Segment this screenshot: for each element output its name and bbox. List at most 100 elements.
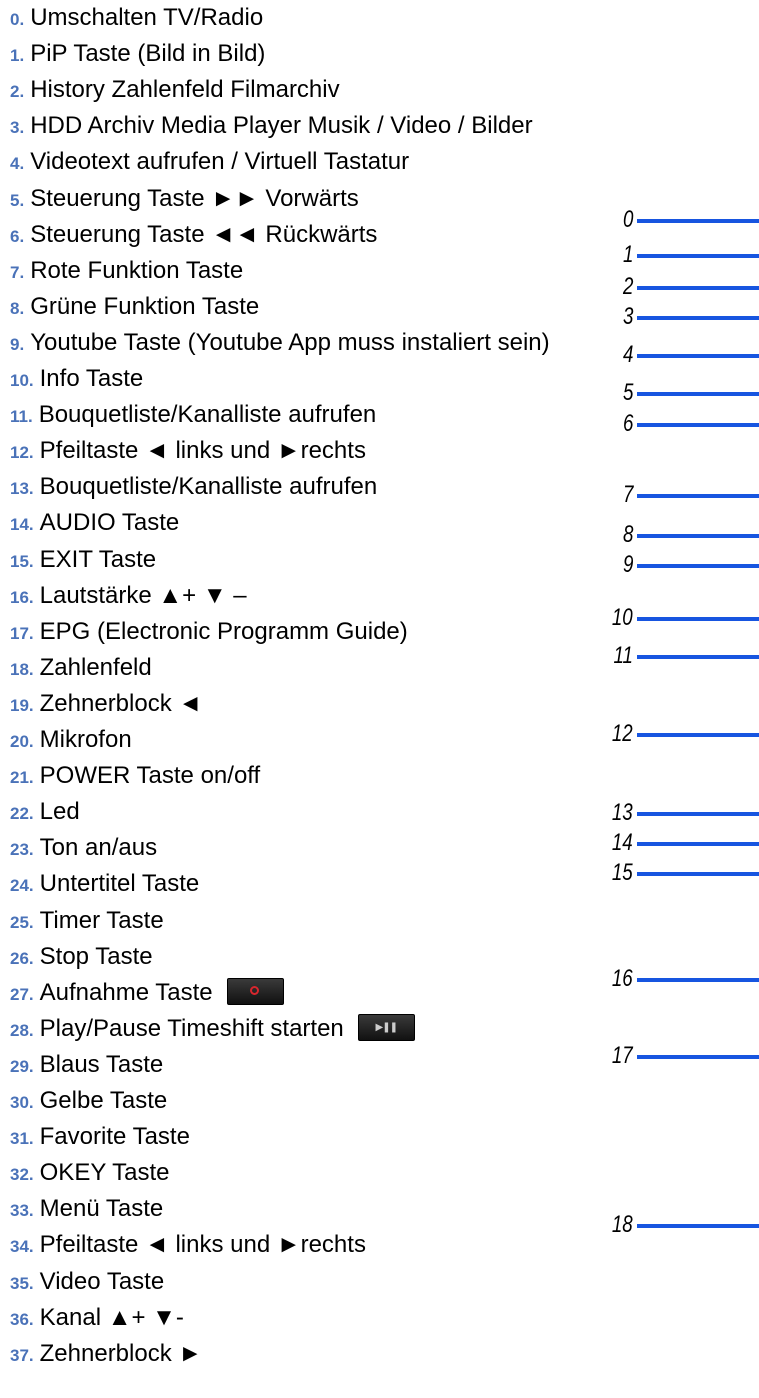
list-item: 14. AUDIO Taste — [10, 505, 179, 541]
list-item: 16. Lautstärke ▲+ ▼ – — [10, 578, 247, 614]
marker-line — [637, 423, 759, 427]
list-item: 6. Steuerung Taste ◄◄ Rückwärts — [10, 217, 377, 253]
item-number: 10. — [10, 371, 34, 390]
item-number: 35. — [10, 1273, 34, 1293]
item-number: 26. — [10, 948, 34, 968]
marker-16: 16 — [609, 967, 759, 991]
item-text: Info Taste — [39, 365, 144, 392]
marker-label: 6 — [622, 410, 633, 437]
marker-label: 7 — [622, 481, 633, 508]
item-number: 7. — [10, 262, 25, 282]
item-number: 29. — [10, 1056, 34, 1076]
item-number: 21. — [10, 768, 34, 788]
item-text: Gelbe Taste — [39, 1087, 168, 1114]
list-item: 34. Pfeiltaste ◄ links und ►rechts — [10, 1227, 366, 1263]
marker-4: 4 — [609, 343, 759, 367]
item-text: Aufnahme Taste — [39, 978, 213, 1006]
marker-label: 18 — [612, 1211, 633, 1238]
item-text: Youtube Taste (Youtube App muss instalie… — [30, 328, 550, 356]
marker-line — [637, 354, 759, 358]
marker-3: 3 — [609, 305, 759, 329]
marker-13: 13 — [609, 801, 759, 825]
list-item: 18. Zahlenfeld — [10, 650, 152, 686]
item-text: Ton an/aus — [39, 834, 158, 862]
marker-line — [637, 1224, 759, 1228]
item-text: Lautstärke ▲+ ▼ – — [39, 581, 247, 609]
item-text: PiP Taste (Bild in Bild) — [30, 40, 266, 68]
marker-label: 17 — [612, 1042, 633, 1069]
item-text: EPG (Electronic Programm Guide) — [39, 617, 408, 645]
marker-label: 0 — [622, 206, 633, 233]
marker-line — [637, 617, 759, 621]
list-item: 21. POWER Taste on/off — [10, 758, 260, 794]
marker-line — [637, 733, 759, 737]
marker-0: 0 — [609, 208, 759, 232]
marker-label: 2 — [622, 273, 633, 300]
list-item: 4. Videotext aufrufen / Virtuell Tastatur — [10, 144, 409, 180]
record-dot-icon — [250, 986, 260, 996]
item-number: 3. — [10, 118, 25, 138]
item-number: 30. — [10, 1093, 34, 1112]
item-number: 27. — [10, 984, 34, 1004]
list-item: 2. History Zahlenfeld Filmarchiv — [10, 72, 340, 108]
item-text: Kanal ▲+ ▼- — [39, 1303, 184, 1331]
item-number: 23. — [10, 840, 34, 860]
item-number: 34. — [10, 1237, 34, 1257]
item-text: Pfeiltaste ◄ links und ►rechts — [39, 437, 366, 465]
list-item: 29. Blaus Taste — [10, 1047, 163, 1083]
list-item: 36. Kanal ▲+ ▼- — [10, 1300, 184, 1336]
marker-label: 3 — [622, 303, 633, 330]
list-item: 3. HDD Archiv Media Player Musik / Video … — [10, 108, 533, 144]
marker-line — [637, 978, 759, 982]
list-item: 12. Pfeiltaste ◄ links und ►rechts — [10, 433, 366, 469]
marker-17: 17 — [609, 1044, 759, 1068]
item-text: Blaus Taste — [39, 1050, 164, 1078]
marker-line — [637, 316, 759, 320]
item-number: 32. — [10, 1165, 34, 1185]
item-text: Untertitel Taste — [39, 870, 200, 898]
item-text: Rote Funktion Taste — [30, 256, 244, 284]
list-item: 0. Umschalten TV/Radio — [10, 0, 263, 36]
marker-line — [637, 812, 759, 816]
marker-10: 10 — [609, 606, 759, 630]
marker-label: 16 — [612, 965, 633, 992]
item-number: 1. — [10, 46, 25, 66]
item-number: 14. — [10, 515, 34, 535]
item-number: 4. — [10, 154, 25, 174]
marker-label: 5 — [622, 379, 633, 406]
marker-label: 15 — [612, 859, 633, 886]
item-number: 24. — [10, 876, 34, 896]
marker-line — [637, 534, 759, 538]
play-pause-glyph-icon: ▶❚❚ — [375, 1021, 398, 1033]
item-text: HDD Archiv Media Player Musik / Video / … — [30, 112, 533, 140]
item-text: Pfeiltaste ◄ links und ►rechts — [39, 1231, 366, 1259]
list-item: 37. Zehnerblock ► — [10, 1336, 202, 1372]
item-number: 37. — [10, 1345, 34, 1365]
marker-1: 1 — [609, 243, 759, 267]
marker-line — [637, 286, 759, 290]
item-number: 15. — [10, 551, 34, 571]
item-text: Steuerung Taste ►► Vorwärts — [30, 184, 359, 212]
item-text: Bouquetliste/Kanalliste aufrufen — [39, 473, 378, 501]
marker-label: 12 — [612, 720, 633, 747]
item-text: POWER Taste on/off — [39, 762, 261, 790]
item-number: 36. — [10, 1309, 34, 1329]
item-number: 19. — [10, 695, 34, 715]
marker-9: 9 — [609, 553, 759, 577]
record-button-icon — [226, 977, 284, 1005]
marker-line — [637, 254, 759, 258]
item-text: Zahlenfeld — [39, 653, 152, 681]
marker-label: 10 — [612, 604, 633, 631]
item-number: 9. — [10, 334, 25, 354]
item-text: Play/Pause Timeshift starten — [39, 1014, 344, 1042]
item-text: Bouquetliste/Kanalliste aufrufen — [38, 401, 377, 429]
item-number: 6. — [10, 226, 25, 246]
item-text: OKEY Taste — [39, 1159, 170, 1187]
list-item: 20. Mikrofon — [10, 722, 132, 758]
marker-15: 15 — [609, 861, 759, 885]
item-number: 13. — [10, 479, 34, 499]
item-text: Menü Taste — [39, 1195, 164, 1223]
item-text: Timer Taste — [39, 906, 164, 934]
marker-line — [637, 842, 759, 846]
item-number: 17. — [10, 623, 34, 643]
